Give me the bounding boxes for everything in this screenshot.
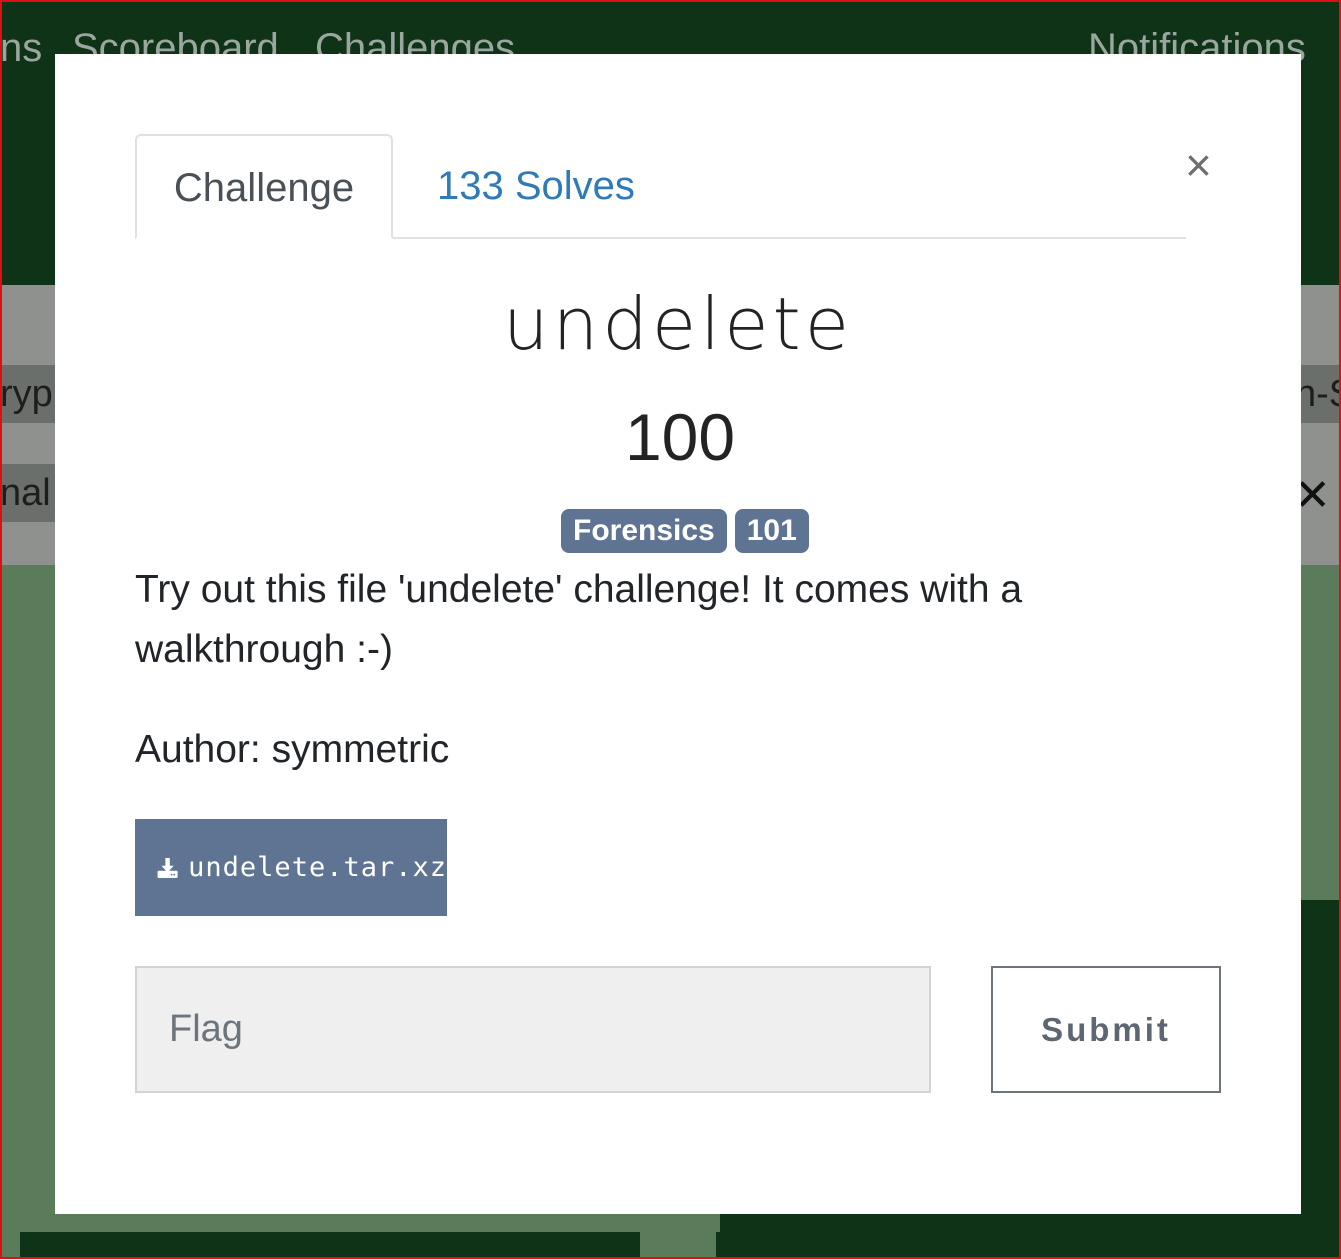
background-category-left-2: nal [0,464,60,522]
tab-solves[interactable]: 133 Solves [437,134,635,237]
tag-badge: 101 [734,509,809,553]
download-file-button[interactable]: undelete.tar.xz [135,819,447,916]
file-name: undelete.tar.xz [188,852,447,883]
modal-tabs: Challenge 133 Solves [135,134,1186,239]
tag-badge: Forensics [561,509,727,553]
close-button[interactable]: × [1185,142,1212,188]
challenge-tags: Forensics 101 [561,509,809,553]
challenge-description: Try out this file 'undelete' challenge! … [135,568,1023,671]
challenge-author: Author: symmetric [135,728,450,771]
background-challenge-card[interactable] [716,1232,1341,1259]
background-challenge-card[interactable] [20,1232,640,1259]
challenge-name: undelete [502,282,854,366]
tab-challenge[interactable]: Challenge [135,134,393,239]
flag-input[interactable] [135,966,931,1093]
submit-button[interactable]: Submit [991,966,1221,1093]
nav-item-partial[interactable]: ns [0,26,42,71]
download-icon [157,857,178,878]
challenge-modal: × Challenge 133 Solves undelete 100 Fore… [55,54,1301,1214]
background-category-left: ryp [0,365,60,423]
challenge-value: 100 [624,400,736,474]
